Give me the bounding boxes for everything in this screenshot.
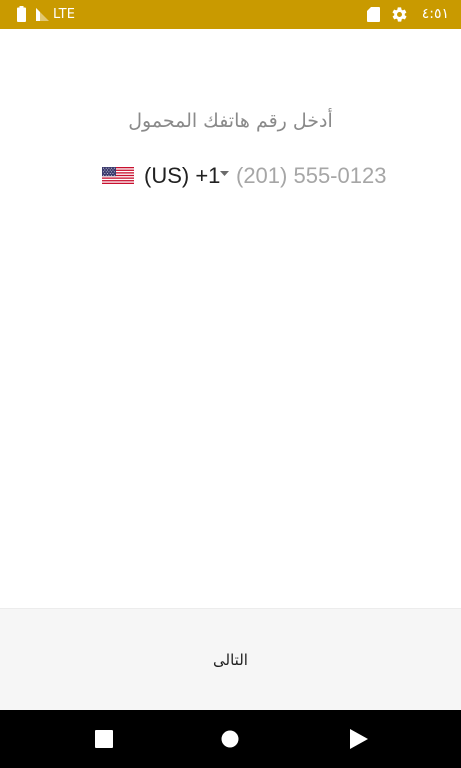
signal-icon — [36, 8, 49, 21]
battery-icon — [17, 6, 26, 22]
settings-gear-icon — [392, 7, 407, 22]
back-triangle-icon[interactable] — [346, 727, 370, 751]
next-button[interactable]: التالى — [180, 639, 281, 681]
network-type-label: LTE — [53, 7, 76, 22]
phone-number-row: (US) +1 — [0, 160, 461, 192]
status-bar: LTE ٤:٥١ — [0, 0, 461, 29]
us-flag-icon — [102, 167, 134, 184]
phone-number-input[interactable] — [236, 160, 396, 192]
bottom-action-panel: التالى — [0, 608, 461, 710]
phone-number-screen: LTE ٤:٥١ أدخل رقم هاتفك المحمول (US) +1 … — [0, 0, 461, 768]
status-clock: ٤:٥١ — [421, 6, 449, 22]
sd-card-icon — [367, 7, 380, 22]
recents-square-icon[interactable] — [92, 727, 116, 751]
navigation-bar — [0, 710, 461, 768]
home-circle-icon[interactable] — [218, 727, 242, 751]
country-code-label: (US) +1 — [144, 163, 221, 188]
dropdown-arrow-icon — [220, 171, 229, 176]
phone-prompt-heading: أدخل رقم هاتفك المحمول — [128, 110, 333, 132]
